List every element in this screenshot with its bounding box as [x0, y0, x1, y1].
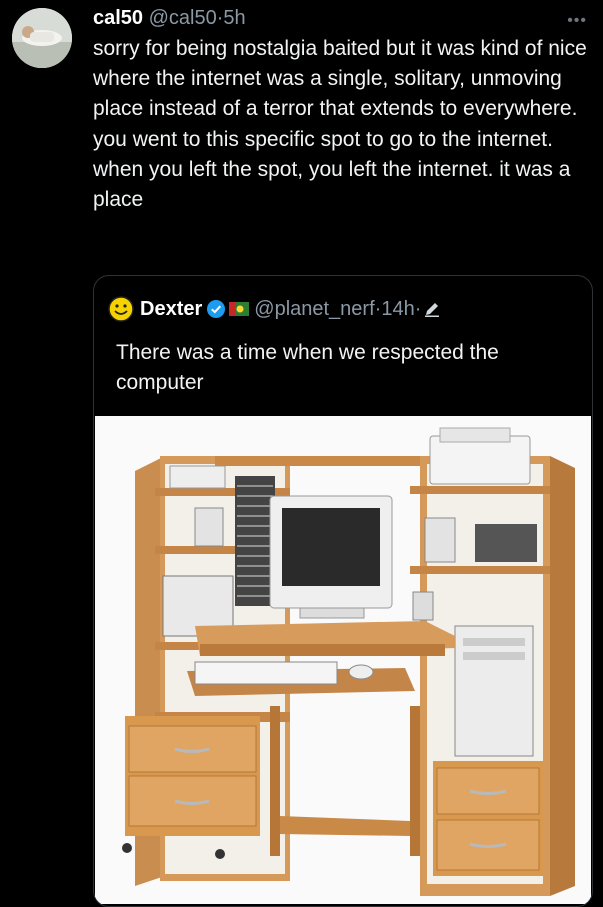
- computer-desk-photo[interactable]: [95, 416, 591, 904]
- avatar[interactable]: [12, 8, 72, 68]
- quote-timestamp[interactable]: 14h: [381, 296, 414, 322]
- more-horizontal-icon[interactable]: •••: [567, 12, 587, 30]
- flag-icon: [229, 302, 250, 316]
- display-name[interactable]: cal50: [93, 7, 143, 29]
- tweet-header: cal50 @cal50·5h: [93, 4, 246, 32]
- user-handle[interactable]: @cal50: [149, 7, 217, 29]
- quote-header: Dexter @planet_nerf · 14h ·: [108, 296, 441, 322]
- separator-dot: ·: [374, 298, 382, 320]
- verified-badge-icon: [207, 300, 226, 318]
- smiley-face-icon: [108, 296, 134, 322]
- tweet-text: sorry for being nostalgia baited but it …: [93, 37, 587, 212]
- quote-user-handle[interactable]: @planet_nerf: [254, 296, 374, 322]
- timestamp[interactable]: 5h: [223, 7, 245, 29]
- quote-tweet[interactable]: Dexter @planet_nerf · 14h · There was a tim…: [93, 275, 593, 907]
- separator-dot: ·: [414, 298, 422, 320]
- pencil-icon: [425, 303, 440, 317]
- quote-text: There was a time when we respected the c…: [116, 341, 499, 394]
- quote-display-name[interactable]: Dexter: [140, 296, 202, 322]
